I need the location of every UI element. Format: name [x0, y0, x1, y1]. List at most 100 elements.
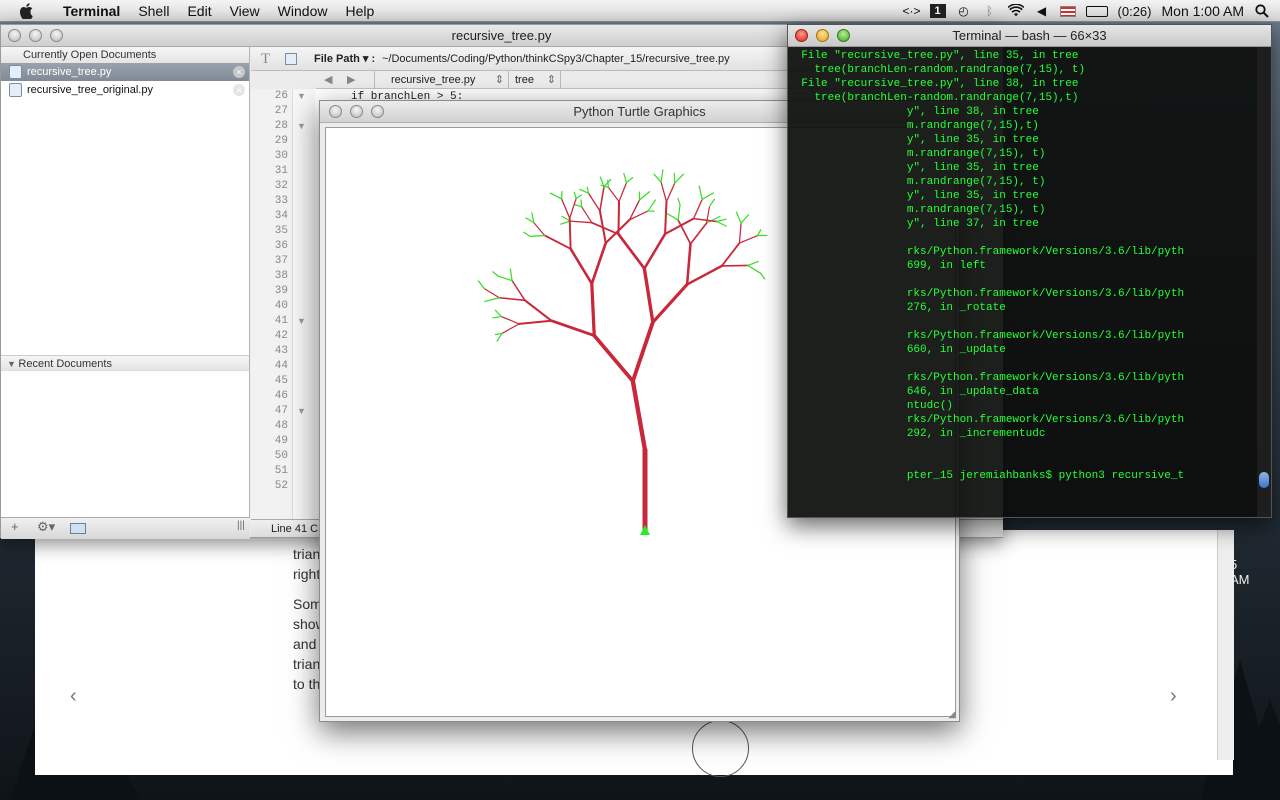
file-proxy-icon[interactable]	[285, 53, 297, 65]
tree-branch	[523, 299, 553, 322]
page-text-fragment: right	[293, 566, 321, 582]
doc-item[interactable]: recursive_tree.py ×	[1, 63, 249, 81]
terminal-line: y", line 35, in tree	[788, 134, 1039, 146]
code-arrows-icon[interactable]: <·>	[903, 4, 921, 18]
tree-leaf	[674, 173, 685, 184]
minimize-button[interactable]	[350, 105, 363, 118]
minimize-button[interactable]	[29, 29, 42, 42]
back-arrow-icon[interactable]: ◀	[324, 71, 332, 89]
tree-branch	[651, 282, 689, 324]
tree-leaf	[580, 199, 583, 208]
add-icon[interactable]: +	[11, 519, 19, 534]
tree-branch	[590, 282, 596, 338]
tree-leaf	[667, 213, 679, 221]
recent-docs-header[interactable]: ▼ Recent Documents	[1, 355, 249, 371]
page-text-fragment: trian	[293, 546, 321, 562]
text-tool-icon[interactable]: T	[261, 47, 270, 71]
page-scrollbar[interactable]	[1217, 530, 1234, 760]
line-number: 30	[274, 150, 288, 162]
terminal-output[interactable]: File "recursive_tree.py", line 35, in tr…	[788, 49, 1258, 515]
menu-window[interactable]: Window	[269, 0, 337, 22]
line-number: 33	[274, 195, 288, 207]
forward-arrow-icon[interactable]: ▶	[347, 71, 355, 89]
file-popup[interactable]: recursive_tree.py ⇕	[374, 71, 509, 89]
terminal-line: m.randrange(7,15),t)	[788, 120, 1039, 132]
tree-leaf	[492, 271, 499, 277]
page-text-fragment: to th	[293, 676, 321, 692]
zoom-button[interactable]	[371, 105, 384, 118]
tree-leaf	[716, 220, 727, 227]
menu-clock[interactable]: Mon 1:00 AM	[1162, 3, 1245, 19]
line-number: 40	[274, 300, 288, 312]
line-number: 27	[274, 105, 288, 117]
zoom-button[interactable]	[837, 29, 850, 42]
tree-branch	[592, 333, 635, 383]
app-menu-terminal[interactable]: Terminal	[54, 0, 129, 22]
tree-branch	[549, 319, 596, 338]
disclosure-triangle-icon[interactable]: ▼	[7, 359, 18, 369]
close-button[interactable]	[795, 29, 808, 42]
symbol-popup[interactable]: tree ⇕	[509, 71, 561, 89]
page-text-fragment: Som	[293, 596, 322, 612]
terminal-scrollbar[interactable]	[1257, 47, 1271, 517]
tree-branch	[590, 221, 620, 236]
minimize-button[interactable]	[816, 29, 829, 42]
line-number: 38	[274, 270, 288, 282]
close-doc-icon[interactable]: ×	[233, 84, 245, 96]
next-arrow-icon[interactable]: ›	[1170, 685, 1177, 708]
file-path-label[interactable]: File Path ▾ :	[314, 47, 375, 71]
line-number: 26	[274, 90, 288, 102]
battery-time[interactable]: (0:26)	[1118, 4, 1152, 19]
menu-help[interactable]: Help	[336, 0, 383, 22]
us-flag-icon[interactable]	[1059, 5, 1076, 17]
file-path-value: ~/Documents/Coding/Python/thinkCSpy3/Cha…	[382, 53, 730, 65]
battery-icon[interactable]	[1085, 5, 1108, 17]
fold-column: ▼ ▼ ▼ ▼	[293, 89, 315, 519]
zoom-button[interactable]	[50, 29, 63, 42]
terminal-line: 292, in _incrementudc	[788, 428, 1046, 440]
tree-leaf	[477, 280, 485, 290]
previous-arrow-icon[interactable]: ‹	[70, 685, 77, 708]
fold-triangle-icon[interactable]: ▼	[297, 406, 306, 416]
terminal-line: y", line 38, in tree	[788, 106, 1039, 118]
doc-item[interactable]: recursive_tree_original.py ×	[1, 81, 249, 99]
apple-menu-icon[interactable]	[0, 0, 54, 22]
volume-icon[interactable]: ◀	[1034, 4, 1050, 18]
tree-branch	[569, 220, 593, 224]
close-button[interactable]	[329, 105, 342, 118]
doc-item-label: recursive_tree.py	[27, 66, 112, 78]
menu-view[interactable]: View	[221, 0, 269, 22]
tree-branch	[533, 221, 546, 237]
line-number: 41	[274, 315, 288, 327]
gear-icon[interactable]: ⚙▾	[37, 519, 55, 535]
fold-triangle-icon[interactable]: ▼	[297, 316, 306, 326]
tree-branch	[642, 266, 655, 324]
tree-leaf	[529, 234, 546, 237]
page-circle-button[interactable]	[692, 720, 749, 777]
tree-branch	[483, 287, 500, 299]
close-doc-icon[interactable]: ×	[233, 66, 245, 78]
menu-shell[interactable]: Shell	[129, 0, 178, 22]
fold-triangle-icon[interactable]: ▼	[297, 91, 306, 101]
close-button[interactable]	[8, 29, 21, 42]
tree-branch	[569, 197, 577, 219]
resize-grip-icon[interactable]: |||	[237, 520, 245, 531]
bluetooth-icon[interactable]: ᛒ	[982, 4, 998, 18]
script-menu-icon[interactable]: 1	[929, 4, 946, 18]
fold-triangle-icon[interactable]: ▼	[297, 121, 306, 131]
documents-sidebar: Currently Open Documents recursive_tree.…	[1, 47, 250, 537]
tree-branch	[665, 182, 676, 203]
terminal-scroll-thumb[interactable]	[1259, 472, 1269, 488]
tree-leaf	[560, 220, 571, 225]
time-machine-icon[interactable]: ◴	[956, 4, 972, 18]
spotlight-search-icon[interactable]	[1254, 4, 1270, 18]
resize-grip-icon[interactable]: ◢	[948, 709, 956, 720]
wifi-icon[interactable]	[1007, 4, 1024, 18]
terminal-line: rks/Python.framework/Versions/3.6/lib/py…	[788, 246, 1185, 258]
terminal-titlebar[interactable]: Terminal — bash — 66×33	[788, 25, 1271, 47]
sidebar-toggle-icon[interactable]	[70, 523, 86, 534]
menu-edit[interactable]: Edit	[178, 0, 220, 22]
